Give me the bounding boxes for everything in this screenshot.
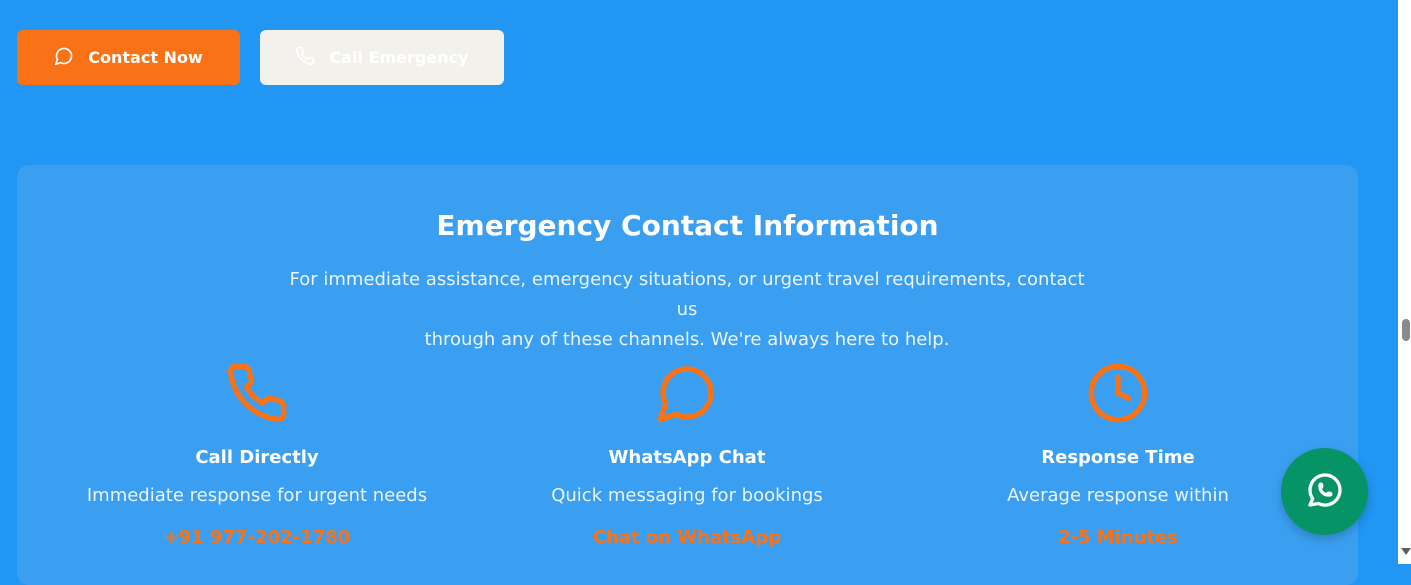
response-time-value: 2-5 Minutes xyxy=(1057,527,1179,548)
card-description-line2: through any of these channels. We're alw… xyxy=(424,329,950,350)
chat-icon xyxy=(655,361,719,425)
contact-now-label: Contact Now xyxy=(88,48,203,67)
phone-icon xyxy=(225,361,289,425)
card-description-line1: For immediate assistance, emergency situ… xyxy=(289,269,1085,320)
call-emergency-button[interactable]: Call Emergency xyxy=(260,30,504,85)
scroll-down-arrow-icon[interactable] xyxy=(1401,548,1411,555)
whatsapp-icon xyxy=(1305,470,1345,514)
phone-number-link[interactable]: +91 977-202-1780 xyxy=(42,527,472,548)
channel-title: WhatsApp Chat xyxy=(608,447,766,468)
clock-icon xyxy=(1086,361,1150,425)
whatsapp-chat-link[interactable]: Chat on WhatsApp xyxy=(472,527,902,548)
card-title: Emergency Contact Information xyxy=(436,209,939,242)
whatsapp-float-button[interactable] xyxy=(1281,448,1368,535)
channel-title: Response Time xyxy=(1041,447,1195,468)
channel-call-directly: Call Directly Immediate response for urg… xyxy=(42,361,472,548)
channel-response-time: Response Time Average response within 2-… xyxy=(903,361,1333,548)
channel-description: Average response within xyxy=(1007,485,1229,506)
channel-whatsapp-chat: WhatsApp Chat Quick messaging for bookin… xyxy=(472,361,902,548)
scrollbar-thumb[interactable] xyxy=(1402,319,1410,341)
phone-icon xyxy=(295,46,315,70)
channel-description: Immediate response for urgent needs xyxy=(86,485,428,506)
contact-now-button[interactable]: Contact Now xyxy=(17,30,240,85)
page-scrollbar[interactable] xyxy=(1398,0,1411,564)
chat-icon xyxy=(54,46,74,70)
channel-description: Quick messaging for bookings xyxy=(551,485,823,506)
emergency-contact-card: Emergency Contact Information For immedi… xyxy=(17,165,1358,585)
card-description: For immediate assistance, emergency situ… xyxy=(277,265,1097,355)
call-emergency-label: Call Emergency xyxy=(329,48,469,67)
channel-title: Call Directly xyxy=(195,447,319,468)
